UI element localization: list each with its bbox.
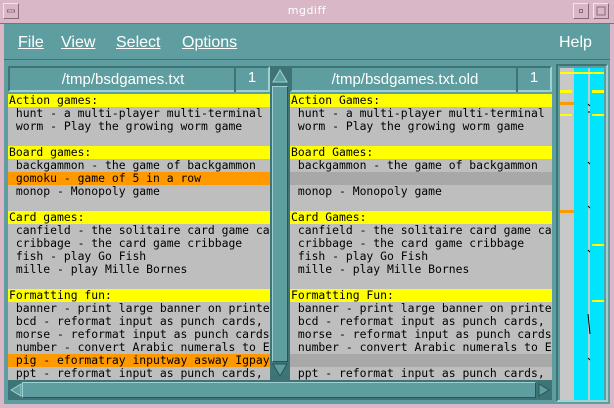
maximize-button[interactable] [593,3,609,19]
minimize-button[interactable] [573,3,589,19]
text-line[interactable]: worm - Play the growing worm game [290,120,552,133]
text-line[interactable]: morse - reformat input as punch cards [290,328,552,341]
arrow-left-icon[interactable] [10,383,22,397]
section-header-line[interactable]: Board Games: [290,146,552,159]
text-line[interactable]: hunt - a multi-player multi-terminal gam… [8,107,270,120]
right-line-number: 1 [516,66,550,92]
section-header-line[interactable]: Card Games: [290,211,552,224]
menu-view-label: View [61,34,96,51]
menu-options[interactable]: Options [182,34,237,52]
text-line[interactable]: worm - Play the growing worm game [8,120,270,133]
text-line[interactable]: monop - Monopoly game [8,185,270,198]
menu-select-label: Select [116,34,161,51]
menu-file[interactable]: File [18,34,44,52]
text-line[interactable]: fish - play Go Fish [290,250,552,263]
changed-line[interactable]: gomoku - game of 5 in a row [8,172,270,185]
right-file-header: /tmp/bsdgames.txt.old 1 [290,66,552,92]
arrow-right-icon[interactable] [538,383,550,397]
text-line[interactable] [8,276,270,289]
window-title: mgdiff [287,4,327,17]
menu-help-label: Help [559,34,592,51]
text-line[interactable]: cribbage - the card game cribbage [290,237,552,250]
text-line[interactable]: bcd - reformat input as punch cards, pap… [8,315,270,328]
minimize-icon [579,9,583,13]
text-line[interactable]: number - convert Arabic numerals to Engl… [8,341,270,354]
arrow-up-icon[interactable] [272,69,288,83]
missing-line[interactable] [290,172,552,185]
text-line[interactable]: number - convert Arabic numerals to Engl… [290,341,552,354]
text-line[interactable]: morse - reformat input as punch cards [8,328,270,341]
text-line[interactable] [290,276,552,289]
text-line[interactable]: banner - print large banner on printer [290,302,552,315]
section-header-line[interactable]: Formatting fun: [8,289,270,302]
menu-view[interactable]: View [61,34,95,52]
text-line[interactable]: hunt - a multi-player multi-terminal gam… [290,107,552,120]
text-line[interactable] [8,198,270,211]
menu-file-label: File [18,34,44,51]
vertical-scrollbar[interactable] [270,66,290,380]
menu-help[interactable]: Help [559,34,592,52]
text-line[interactable]: canfield - the solitaire card game canfi… [290,224,552,237]
overview-diff-map [560,72,604,361]
text-line[interactable]: canfield - the solitaire card game canfi… [8,224,270,237]
text-line[interactable]: monop - Monopoly game [290,185,552,198]
text-line[interactable]: cribbage - the card game cribbage [8,237,270,250]
right-filename: /tmp/bsdgames.txt.old [331,71,479,88]
text-line[interactable] [8,133,270,146]
text-line[interactable]: backgammon - the game of backgammon [8,159,270,172]
text-line[interactable] [290,133,552,146]
vertical-scroll-thumb[interactable] [272,86,288,362]
section-header-line[interactable]: Action Games: [290,94,552,107]
diff-overview[interactable] [556,64,608,402]
left-file-header: /tmp/bsdgames.txt 1 [8,66,270,92]
text-line[interactable] [290,198,552,211]
text-line[interactable]: ppt - reformat input as punch cards, pap… [290,367,552,380]
menu-options-label: Options [182,34,238,51]
left-text-pane[interactable]: Action games: hunt - a multi-player mult… [8,94,270,380]
text-line[interactable]: banner - print large banner on printer [8,302,270,315]
section-header-line[interactable]: Card games: [8,211,270,224]
menu-bar: File View Select Options Help [4,24,610,60]
title-bar[interactable]: mgdiff [0,0,614,24]
changed-line[interactable]: pig - eformatray inputway asway Igpay At… [8,354,270,367]
text-line[interactable]: backgammon - the game of backgammon [290,159,552,172]
arrow-down-icon[interactable] [272,363,288,377]
overview-track [560,68,604,400]
menu-select[interactable]: Select [116,34,160,52]
section-header-line[interactable]: Board games: [8,146,270,159]
left-line-number: 1 [234,66,268,92]
text-line[interactable]: fish - play Go Fish [8,250,270,263]
horizontal-scrollbar[interactable] [8,380,552,400]
left-filename: /tmp/bsdgames.txt [61,71,185,88]
text-line[interactable]: bcd - reformat input as punch cards, pap… [290,315,552,328]
horizontal-scroll-thumb[interactable] [22,382,536,398]
section-header-line[interactable]: Formatting Fun: [290,289,552,302]
text-line[interactable]: mille - play Mille Bornes [8,263,270,276]
missing-line[interactable] [290,354,552,367]
right-text-pane[interactable]: Action Games: hunt - a multi-player mult… [290,94,552,380]
text-line[interactable]: mille - play Mille Bornes [290,263,552,276]
maximize-icon [596,6,606,16]
text-line[interactable]: ppt - reformat input as punch cards, pap… [8,367,270,380]
section-header-line[interactable]: Action games: [8,94,270,107]
